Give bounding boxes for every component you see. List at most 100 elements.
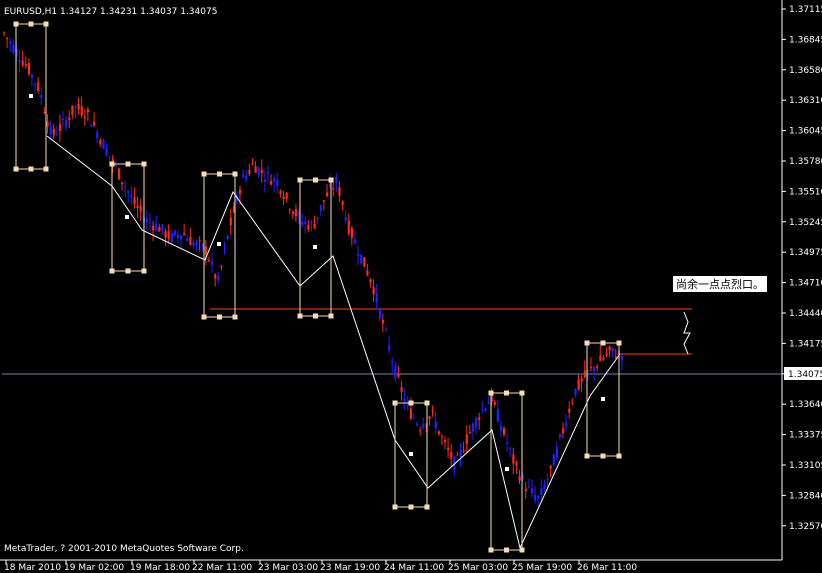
box-handle[interactable] [424,504,430,510]
box-handle[interactable] [217,314,222,320]
candle-body [21,60,24,66]
box-handle[interactable] [109,268,115,274]
box-handle[interactable] [424,400,430,406]
box-handle[interactable] [408,504,414,510]
candle-body [127,191,130,193]
box-handle[interactable] [616,453,622,459]
box-handle[interactable] [584,340,590,346]
box-handle[interactable] [313,177,318,183]
candle-body [583,370,586,378]
box-handle[interactable] [616,340,622,346]
candle-body [220,266,223,268]
box-handle[interactable] [232,314,238,320]
candle-body [456,454,459,456]
candle-body [239,189,242,194]
candle-body [524,488,527,491]
box-handle[interactable] [297,313,303,319]
candle-body [363,257,366,267]
candle-body [155,223,158,231]
symbol-info: EURUSD,H1 1.34127 1.34231 1.34037 1.3407… [4,7,217,17]
box-handle[interactable] [13,166,19,172]
box-handle[interactable] [408,400,414,406]
candle-body [611,347,614,352]
candle-body [282,196,285,200]
candle-body [279,190,282,194]
annotation-text: 尚余一点点烈口。 [676,277,764,291]
box-handle[interactable] [504,390,509,396]
candle-body [173,230,177,236]
candle-body [77,103,80,110]
box-handle[interactable] [297,177,303,183]
box-handle[interactable] [488,547,494,553]
candle-body [248,169,251,174]
candle-body [375,293,378,303]
box-handle[interactable] [600,453,606,459]
box-handle[interactable] [141,268,147,274]
box-handle[interactable] [392,504,398,510]
candle-body [49,125,52,135]
box-handle[interactable] [328,313,334,319]
candle-body [332,187,335,190]
price-tick-label: 1.34975 [789,248,822,258]
candle-body [353,239,357,244]
box-handle[interactable] [201,171,207,177]
candle-body [167,230,170,240]
copyright-text: MetaTrader, ? 2001-2010 MetaQuotes Softw… [4,544,244,554]
candle-body [403,397,406,402]
chart-area[interactable]: 尚余一点点烈口。 EURUSD,H1 1.34127 1.34231 1.340… [0,0,822,573]
box-handle[interactable] [13,21,19,27]
box-handle[interactable] [141,161,147,167]
box-handle[interactable] [519,547,525,553]
price-tick-label: 1.35780 [789,157,822,167]
candle-body [288,209,291,211]
marker [601,397,605,401]
time-tick-label: 26 Mar 11:00 [577,563,637,573]
box-handle[interactable] [28,21,34,27]
box-handle[interactable] [504,547,509,553]
candle-body [114,164,117,166]
price-tick-label: 1.35510 [789,187,822,197]
box-handle[interactable] [125,161,131,167]
box-handle[interactable] [201,314,207,320]
candle-body [319,205,322,211]
candle-body [270,180,273,185]
candle-body [266,172,270,174]
candle-body [558,434,562,437]
candle-body [161,224,164,231]
candle-body [245,175,248,180]
candle-body [540,487,543,496]
marker [217,242,221,246]
candle-body [198,240,201,242]
price-tick-label: 1.33105 [789,461,822,471]
box-handle[interactable] [43,21,49,27]
box-handle[interactable] [125,268,131,274]
candle-body [459,449,462,457]
candle-body [409,408,413,419]
box-handle[interactable] [584,453,590,459]
candle-body [499,426,503,431]
box-handle[interactable] [600,340,606,346]
box-handle[interactable] [313,313,318,319]
box-handle[interactable] [28,166,34,172]
box-handle[interactable] [217,171,222,177]
box-handle[interactable] [519,390,525,396]
time-tick-label: 24 Mar 11:00 [384,563,444,573]
box-handle[interactable] [488,390,494,396]
candle-body [338,187,341,196]
box-handle[interactable] [109,161,115,167]
candle-body [366,270,369,276]
candle-body [86,109,90,113]
box-handle[interactable] [43,166,49,172]
box-handle[interactable] [232,171,238,177]
candle-body [164,231,167,238]
price-tick-label: 1.33640 [789,400,822,410]
candle-body [608,346,611,351]
candle-body [71,105,74,115]
candle-body [350,228,354,238]
candle-body [3,32,6,34]
candle-body [605,353,608,356]
candle-body [515,462,518,466]
box-handle[interactable] [328,177,334,183]
box-handle[interactable] [392,400,398,406]
candle-body [543,484,546,490]
